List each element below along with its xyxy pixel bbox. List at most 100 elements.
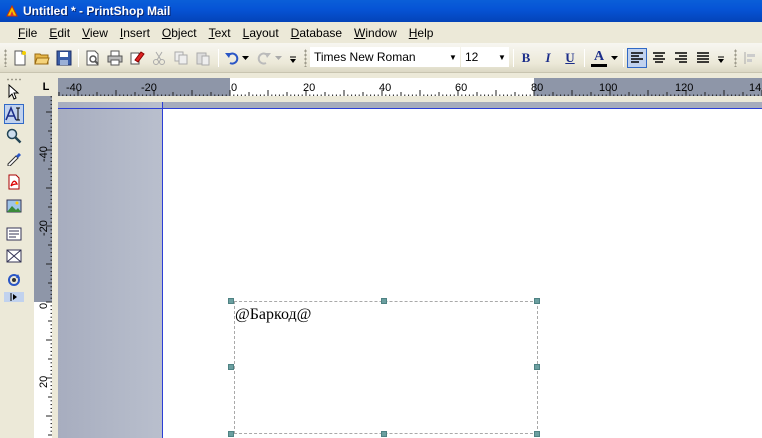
undo-button[interactable] xyxy=(222,48,242,68)
rotate-tool[interactable] xyxy=(4,270,24,290)
app-icon xyxy=(6,4,18,17)
vertical-ruler-scale: -40 -20 0 20 xyxy=(34,96,52,438)
palette-expand-button[interactable] xyxy=(4,292,24,302)
copy-icon xyxy=(174,51,188,65)
pdf-icon xyxy=(8,174,20,190)
menu-layout[interactable]: Layout xyxy=(237,24,285,42)
underline-button[interactable]: U xyxy=(560,48,580,68)
text-tool[interactable] xyxy=(4,104,24,124)
chevron-down-icon xyxy=(610,56,618,60)
resize-handle-top-left[interactable] xyxy=(228,298,234,304)
toolbar-separator xyxy=(513,49,514,67)
horizontal-ruler[interactable]: -40 -20 0 20 40 60 80 100 120 14 xyxy=(58,78,762,96)
toolbar-overflow-button[interactable] xyxy=(288,48,298,68)
proof-button[interactable] xyxy=(127,48,147,68)
menu-object[interactable]: Object xyxy=(156,24,203,42)
ruler-corner-label: L xyxy=(42,81,50,93)
overflow-chevron-icon xyxy=(290,56,296,63)
resize-handle-bottom[interactable] xyxy=(381,431,387,437)
menu-text[interactable]: Text xyxy=(203,24,237,42)
new-button[interactable] xyxy=(10,48,30,68)
menu-file[interactable]: File xyxy=(12,24,43,42)
align-center-button[interactable] xyxy=(649,48,669,68)
menu-help[interactable]: Help xyxy=(403,24,440,42)
resize-handle-bottom-right[interactable] xyxy=(534,431,540,437)
align-left-button[interactable] xyxy=(627,48,647,68)
pointer-tool[interactable] xyxy=(4,82,24,102)
h-tick-label: -20 xyxy=(141,82,157,94)
print-preview-icon xyxy=(86,50,99,66)
eyedropper-tool[interactable] xyxy=(4,148,24,168)
chevron-right-icon xyxy=(10,293,17,301)
toolbar-grip[interactable] xyxy=(304,49,307,67)
h-tick-label: 14 xyxy=(749,82,761,94)
font-name-select[interactable]: Times New Roman ▼ xyxy=(310,47,460,67)
resize-handle-left[interactable] xyxy=(228,364,234,370)
h-tick-label: 60 xyxy=(455,82,467,94)
italic-button[interactable]: I xyxy=(538,48,558,68)
paste-button[interactable] xyxy=(193,48,213,68)
justify-button[interactable] xyxy=(693,48,713,68)
zoom-icon xyxy=(6,128,22,144)
toolbar-grip[interactable] xyxy=(734,49,737,67)
text-frame[interactable]: @Баркод@ xyxy=(234,301,538,434)
undo-dropdown[interactable] xyxy=(240,48,250,68)
pdf-tool[interactable] xyxy=(4,172,24,192)
image-tool[interactable] xyxy=(4,196,24,216)
toolbar-overflow-button[interactable] xyxy=(716,48,726,68)
resize-handle-right[interactable] xyxy=(534,364,540,370)
print-button[interactable] xyxy=(105,48,125,68)
pasteboard[interactable] xyxy=(58,102,163,438)
horizontal-ruler-scale: -40 -20 0 20 40 60 80 100 120 14 xyxy=(58,78,762,96)
menu-view[interactable]: View xyxy=(76,24,114,42)
cut-button[interactable] xyxy=(149,48,169,68)
underline-label: U xyxy=(565,50,575,65)
open-button[interactable] xyxy=(32,48,52,68)
bold-button[interactable]: B xyxy=(516,48,536,68)
text-color-button[interactable]: A xyxy=(589,48,609,68)
new-document-icon xyxy=(14,50,26,66)
font-name-value: Times New Roman xyxy=(314,50,416,64)
menu-window[interactable]: Window xyxy=(348,24,403,42)
chevron-down-icon[interactable]: ▼ xyxy=(496,53,508,62)
menu-edit[interactable]: Edit xyxy=(43,24,76,42)
toolbar-grip[interactable] xyxy=(4,49,7,67)
ruler-origin-button[interactable]: L xyxy=(34,78,58,96)
title-bar[interactable]: Untitled * - PrintShop Mail xyxy=(0,0,762,22)
text-frame-tool[interactable] xyxy=(4,224,24,244)
h-tick-label: 80 xyxy=(531,82,543,94)
window-title: Untitled * - PrintShop Mail xyxy=(23,4,171,18)
align-right-icon xyxy=(675,52,687,63)
menu-bar: File Edit View Insert Object Text Layout… xyxy=(0,22,762,43)
barcode-tool[interactable] xyxy=(4,246,24,266)
toolbar-separator xyxy=(78,49,79,67)
palette-grip[interactable] xyxy=(6,78,22,81)
font-size-select[interactable]: 12 ▼ xyxy=(461,47,509,67)
resize-handle-bottom-left[interactable] xyxy=(228,431,234,437)
vertical-ruler[interactable]: -40 -20 0 20 xyxy=(34,96,52,438)
chevron-down-icon xyxy=(274,56,282,60)
print-preview-button[interactable] xyxy=(83,48,103,68)
menu-insert[interactable]: Insert xyxy=(114,24,156,42)
align-objects-icon xyxy=(744,52,755,64)
barcode-icon xyxy=(6,249,22,263)
v-tick-label: 20 xyxy=(38,376,50,388)
resize-handle-top-right[interactable] xyxy=(534,298,540,304)
document-workspace[interactable]: @Баркод@ xyxy=(58,102,762,438)
text-color-dropdown[interactable] xyxy=(609,48,619,68)
zoom-tool[interactable] xyxy=(4,126,24,146)
redo-button[interactable] xyxy=(254,48,274,68)
page-margin-guide xyxy=(58,108,163,109)
align-objects-button[interactable] xyxy=(740,48,760,68)
text-frame-content[interactable]: @Баркод@ xyxy=(235,306,311,324)
redo-dropdown[interactable] xyxy=(273,48,283,68)
text-color-swatch xyxy=(591,63,607,67)
save-button[interactable] xyxy=(54,48,74,68)
h-tick-label: 40 xyxy=(379,82,391,94)
resize-handle-top[interactable] xyxy=(381,298,387,304)
menu-database[interactable]: Database xyxy=(285,24,348,42)
copy-button[interactable] xyxy=(171,48,191,68)
printer-icon xyxy=(107,50,123,66)
align-right-button[interactable] xyxy=(671,48,691,68)
chevron-down-icon[interactable]: ▼ xyxy=(447,53,459,62)
